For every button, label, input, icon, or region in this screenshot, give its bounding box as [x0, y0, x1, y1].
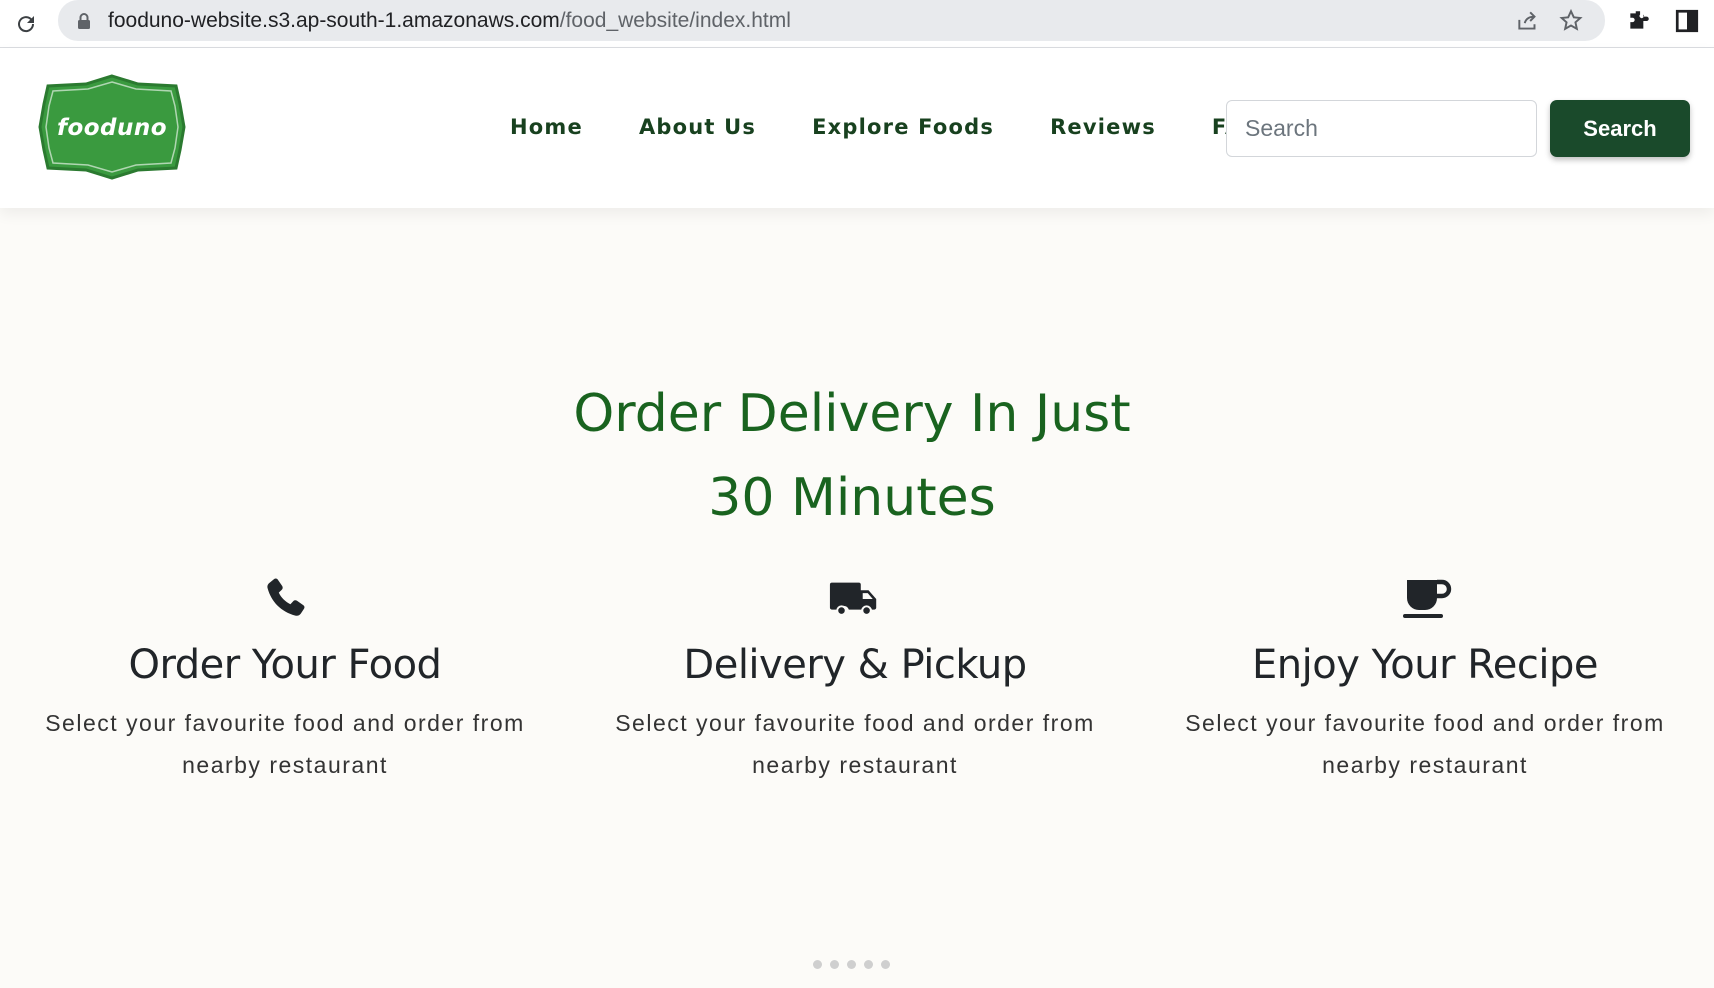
carousel-dot[interactable]: [813, 960, 822, 969]
lock-icon[interactable]: [76, 12, 92, 30]
hero-title-line1: Order Delivery In Just: [573, 384, 1131, 444]
feature-text: Select your favourite food and order fro…: [615, 710, 1095, 778]
url-path: /food_website/index.html: [559, 9, 791, 32]
url-host: fooduno-website.s3.ap-south-1.amazonaws.…: [108, 9, 560, 32]
search-button[interactable]: Search: [1550, 100, 1690, 157]
extensions-icon[interactable]: [1626, 8, 1652, 34]
truck-icon: [829, 582, 877, 616]
feature-order-food: Order Your Food Select your favourite fo…: [0, 570, 570, 786]
search-input[interactable]: [1226, 100, 1537, 157]
browser-toolbar: fooduno-website.s3.ap-south-1.amazonaws.…: [0, 0, 1714, 48]
url-text[interactable]: fooduno-website.s3.ap-south-1.amazonaws.…: [108, 9, 791, 33]
carousel-dot[interactable]: [881, 960, 890, 969]
feature-text: Select your favourite food and order fro…: [45, 710, 525, 778]
nav-home[interactable]: Home: [510, 115, 583, 139]
reload-icon[interactable]: [12, 10, 40, 38]
nav-explore-foods[interactable]: Explore Foods: [812, 115, 994, 139]
feature-enjoy-recipe: Enjoy Your Recipe Select your favourite …: [1140, 570, 1710, 786]
carousel-indicators: [813, 960, 890, 969]
share-icon[interactable]: [1515, 8, 1541, 34]
nav-reviews[interactable]: Reviews: [1050, 115, 1156, 139]
site-header: fooduno Home About Us Explore Foods Revi…: [0, 48, 1714, 208]
coffee-icon: [1403, 579, 1452, 618]
carousel-dot[interactable]: [830, 960, 839, 969]
feature-title: Order Your Food: [128, 642, 442, 688]
feature-title: Enjoy Your Recipe: [1252, 642, 1598, 688]
main-nav: Home About Us Explore Foods Reviews FAQ: [510, 115, 1318, 139]
star-icon[interactable]: [1558, 8, 1584, 34]
feature-title: Delivery & Pickup: [683, 642, 1027, 688]
sidepanel-icon[interactable]: [1674, 8, 1700, 34]
fooduno-logo[interactable]: fooduno: [38, 72, 186, 182]
hero-title: Order Delivery In Just 30 Minutes: [0, 372, 1704, 540]
carousel-dot[interactable]: [864, 960, 873, 969]
carousel-dot[interactable]: [847, 960, 856, 969]
phone-icon: [267, 578, 305, 616]
feature-text: Select your favourite food and order fro…: [1185, 710, 1665, 778]
hero-title-line2: 30 Minutes: [708, 468, 996, 528]
nav-about-us[interactable]: About Us: [639, 115, 756, 139]
logo-text: fooduno: [57, 115, 167, 141]
feature-delivery-pickup: Delivery & Pickup Select your favourite …: [570, 570, 1140, 786]
address-bar[interactable]: fooduno-website.s3.ap-south-1.amazonaws.…: [58, 0, 1605, 41]
